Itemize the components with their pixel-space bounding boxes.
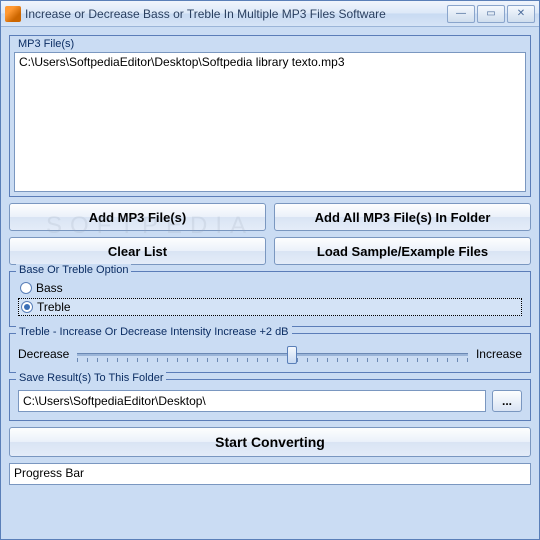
start-converting-button[interactable]: Start Converting <box>9 427 531 457</box>
save-group: Save Result(s) To This Folder ... <box>9 379 531 421</box>
intensity-legend: Treble - Increase Or Decrease Intensity … <box>16 326 292 338</box>
increase-label: Increase <box>476 347 522 361</box>
filelist-group: MP3 File(s) C:\Users\SoftpediaEditor\Des… <box>9 35 531 197</box>
intensity-slider[interactable] <box>77 344 468 364</box>
client-area: SOFTPEDIA MP3 File(s) C:\Users\Softpedia… <box>1 27 539 539</box>
decrease-label: Decrease <box>18 347 69 361</box>
filelist-box[interactable]: C:\Users\SoftpediaEditor\Desktop\Softped… <box>14 52 526 192</box>
window-controls: — ▭ ✕ <box>445 5 535 23</box>
filelist-legend: MP3 File(s) <box>18 38 530 50</box>
slider-ticks <box>77 358 468 362</box>
add-folder-button[interactable]: Add All MP3 File(s) In Folder <box>274 203 531 231</box>
radio-circle-icon <box>21 301 33 313</box>
progress-bar: Progress Bar <box>9 463 531 485</box>
clear-list-button[interactable]: Clear List <box>9 237 266 265</box>
radio-treble[interactable]: Treble <box>18 298 522 316</box>
option-legend: Base Or Treble Option <box>16 264 131 276</box>
radio-circle-icon <box>20 282 32 294</box>
option-group: Base Or Treble Option Bass Treble <box>9 271 531 327</box>
intensity-group: Treble - Increase Or Decrease Intensity … <box>9 333 531 373</box>
browse-button[interactable]: ... <box>492 390 522 412</box>
radio-label: Treble <box>37 300 71 314</box>
save-path-input[interactable] <box>18 390 486 412</box>
slider-thumb[interactable] <box>287 346 297 364</box>
minimize-icon: — <box>456 8 466 19</box>
list-item[interactable]: C:\Users\SoftpediaEditor\Desktop\Softped… <box>19 55 521 69</box>
close-button[interactable]: ✕ <box>507 5 535 23</box>
button-row-1: Add MP3 File(s) Add All MP3 File(s) In F… <box>9 203 531 231</box>
radio-label: Bass <box>36 281 63 295</box>
window-title: Increase or Decrease Bass or Treble In M… <box>25 7 445 21</box>
load-sample-button[interactable]: Load Sample/Example Files <box>274 237 531 265</box>
close-icon: ✕ <box>517 8 525 19</box>
maximize-icon: ▭ <box>486 8 495 19</box>
titlebar: Increase or Decrease Bass or Treble In M… <box>1 1 539 27</box>
minimize-button[interactable]: — <box>447 5 475 23</box>
save-row: ... <box>18 386 522 412</box>
radio-bass[interactable]: Bass <box>18 280 522 296</box>
slider-rail <box>77 353 468 356</box>
progress-label: Progress Bar <box>14 466 84 480</box>
app-icon <box>5 6 21 22</box>
add-files-button[interactable]: Add MP3 File(s) <box>9 203 266 231</box>
maximize-button[interactable]: ▭ <box>477 5 505 23</box>
button-row-2: Clear List Load Sample/Example Files <box>9 237 531 265</box>
slider-row: Decrease Increase <box>18 340 522 364</box>
app-window: Increase or Decrease Bass or Treble In M… <box>0 0 540 540</box>
save-legend: Save Result(s) To This Folder <box>16 372 166 384</box>
